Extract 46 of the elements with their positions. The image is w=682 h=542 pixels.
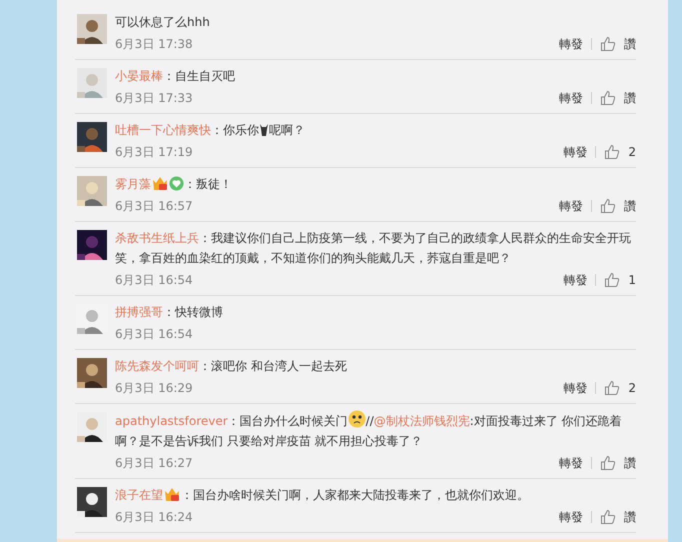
thumbs-up-icon[interactable] bbox=[600, 198, 616, 214]
comment-text: 拼搏强哥：快转微博 bbox=[115, 304, 224, 321]
crown-badge-icon bbox=[163, 486, 181, 502]
comment-text: apathylastsforever：国台办什么时候关门 //@制杖法师钱烈宪:对面投毒过来了 你们还跪着啊？是不是告诉我们 只要给对岸疫苗 就不用担心投毒了？ bbox=[115, 410, 636, 451]
timestamp: 6月3日 16:24 bbox=[115, 509, 193, 526]
comment-text: 吐槽一下心情爽快：你乐你 呢啊？ bbox=[115, 122, 306, 139]
forward-link[interactable]: 轉發 bbox=[563, 379, 588, 397]
like-count[interactable]: 讚 bbox=[624, 508, 636, 526]
forward-link[interactable]: 轉發 bbox=[559, 89, 583, 107]
timestamp: 6月3日 16:54 bbox=[115, 272, 193, 289]
forward-link[interactable]: 轉發 bbox=[559, 35, 583, 53]
timestamp: 6月3日 16:27 bbox=[115, 455, 193, 472]
timestamp: 6月3日 17:19 bbox=[115, 144, 193, 161]
forward-link[interactable]: 轉發 bbox=[559, 454, 583, 472]
comment-text: 小晏最棒：自生自灭吧 bbox=[115, 68, 236, 85]
timestamp: 6月3日 17:33 bbox=[115, 90, 193, 107]
thumbs-up-icon[interactable] bbox=[600, 509, 616, 525]
crown-badge-icon bbox=[151, 175, 169, 191]
like-count[interactable]: 2 bbox=[628, 379, 636, 397]
forward-link[interactable]: 轉發 bbox=[559, 508, 583, 526]
like-count[interactable]: 1 bbox=[628, 271, 636, 289]
forward-link[interactable]: 轉發 bbox=[563, 143, 588, 161]
thumbs-up-icon[interactable] bbox=[604, 144, 620, 160]
timestamp: 6月3日 17:38 bbox=[115, 36, 193, 53]
comment-text: 浪子在望 ：国台办啥时候关门啊，人家都来大陆投毒来了，也就你们欢迎。 bbox=[115, 485, 530, 504]
timestamp: 6月3日 16:54 bbox=[115, 326, 193, 343]
forward-link[interactable]: 轉發 bbox=[563, 271, 588, 289]
like-count[interactable]: 讚 bbox=[624, 197, 636, 215]
timestamp: 6月3日 16:57 bbox=[115, 198, 193, 215]
comment-text: 雾月藻 ：叛徒！ bbox=[115, 174, 233, 193]
comment-text: 陈先森发个呵呵：滚吧你 和台湾人一起去死 bbox=[115, 358, 348, 375]
timestamp: 6月3日 16:29 bbox=[115, 380, 193, 397]
thumbs-up-icon[interactable] bbox=[604, 380, 620, 396]
thumbs-up-icon[interactable] bbox=[600, 90, 616, 106]
thumbs-up-icon[interactable] bbox=[604, 272, 620, 288]
like-count[interactable]: 讚 bbox=[624, 35, 636, 53]
forward-link[interactable]: 轉發 bbox=[559, 197, 583, 215]
thumbs-up-icon[interactable] bbox=[600, 36, 616, 52]
like-count[interactable]: 2 bbox=[628, 143, 636, 161]
comment-text: 杀敌书生纸上兵：我建议你们自己上防疫第一线，不要为了自己的政绩拿人民群众的生命安全开玩笑，拿百姓的血染红的顶戴，不知道你们的狗头能戴几天，荞寇自重是吧？ bbox=[115, 230, 632, 267]
heart-badge-icon bbox=[169, 176, 184, 191]
sad-face-icon bbox=[348, 410, 366, 428]
thumbs-up-icon[interactable] bbox=[600, 455, 616, 471]
like-count[interactable]: 讚 bbox=[624, 89, 636, 107]
like-count[interactable]: 讚 bbox=[624, 454, 636, 472]
comment-text: 可以休息了么hhh bbox=[115, 14, 211, 31]
